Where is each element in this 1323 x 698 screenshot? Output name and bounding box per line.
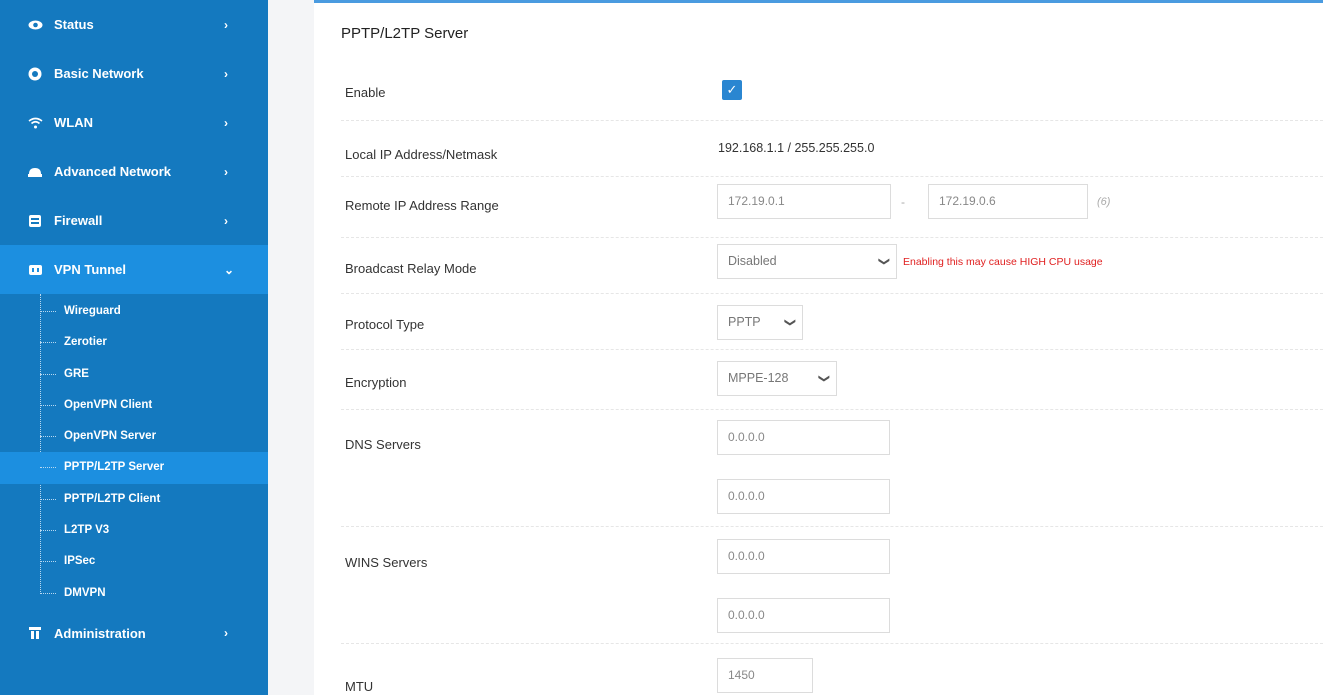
submenu-label: Wireguard	[64, 305, 121, 317]
submenu-item-pptp-l2tp-server[interactable]: PPTP/L2TP Server	[0, 452, 268, 484]
submenu-item-l2tp-v3[interactable]: L2TP V3	[0, 515, 268, 546]
wins1-input[interactable]: 0.0.0.0	[717, 539, 890, 574]
tree-branch	[40, 373, 56, 375]
range-separator: -	[901, 195, 905, 209]
remote-range-label: Remote IP Address Range	[345, 198, 499, 213]
nav-advanced-network[interactable]: Advanced Network ›	[0, 147, 268, 196]
firewall-icon	[27, 213, 43, 229]
broadcast-select[interactable]: Disabled ❯	[717, 244, 897, 279]
page-title: PPTP/L2TP Server	[341, 25, 469, 42]
protocol-label: Protocol Type	[345, 317, 425, 332]
sidebar: Status › Basic Network › WLAN › Advanced…	[0, 0, 268, 695]
chevron-right-icon: ›	[224, 66, 228, 81]
tree-branch	[40, 311, 56, 312]
nav-vpn-tunnel[interactable]: VPN Tunnel ⌄	[0, 245, 268, 294]
chevron-down-icon: ❯	[817, 373, 830, 384]
broadcast-label: Broadcast Relay Mode	[345, 261, 477, 276]
encryption-label: Encryption	[345, 375, 407, 390]
chevron-right-icon: ›	[224, 213, 228, 228]
local-ip-label: Local IP Address/Netmask	[345, 147, 498, 162]
chevron-right-icon: ›	[224, 626, 228, 641]
chevron-down-icon: ⌄	[224, 262, 235, 277]
vpn-icon	[27, 262, 43, 278]
nav-status-label: Status	[54, 17, 94, 32]
submenu-item-pptp-l2tp-client[interactable]: PPTP/L2TP Client	[0, 484, 268, 515]
tree-branch	[40, 530, 56, 532]
tree-branch	[40, 561, 56, 563]
tree-branch	[40, 467, 56, 469]
submenu-label: Zerotier	[64, 336, 107, 349]
wins-label: WINS Servers	[345, 555, 428, 570]
chevron-right-icon: ›	[224, 17, 228, 32]
submenu-label: DMVPN	[64, 586, 106, 599]
eye-icon	[27, 17, 43, 33]
wins2-input[interactable]: 0.0.0.0	[717, 598, 890, 633]
submenu-label: PPTP/L2TP Client	[64, 492, 161, 505]
submenu-label: GRE	[64, 367, 89, 380]
submenu-item-openvpn-client[interactable]: OpenVPN Client	[0, 390, 268, 421]
main-panel: PPTP/L2TP Server Enable ✓ Local IP Addre…	[314, 0, 1323, 695]
nav-status[interactable]: Status ›	[0, 0, 268, 49]
enable-label: Enable	[345, 85, 386, 100]
nav-wlan-label: WLAN	[54, 115, 93, 130]
admin-icon	[27, 625, 43, 641]
row-protocol: Protocol Type	[341, 293, 1323, 350]
submenu-item-dmvpn[interactable]: DMVPN	[0, 578, 268, 609]
chevron-right-icon: ›	[224, 115, 228, 130]
remote-count-hint: (6)	[1097, 196, 1111, 208]
enable-checkbox[interactable]: ✓	[722, 80, 742, 100]
submenu-item-zerotier[interactable]: Zerotier	[0, 327, 268, 358]
nav-basic-network-label: Basic Network	[54, 66, 144, 81]
nav-advanced-network-label: Advanced Network	[54, 164, 172, 179]
mtu-input[interactable]: 1450	[717, 658, 813, 693]
chevron-down-icon: ❯	[877, 256, 890, 267]
tree-branch	[40, 404, 56, 406]
vpn-submenu: Wireguard Zerotier GRE OpenVPN Client Op…	[0, 294, 268, 609]
local-ip-value: 192.168.1.1 / 255.255.255.0	[718, 141, 875, 155]
protocol-select[interactable]: PPTP ❯	[717, 305, 803, 340]
tree-branch	[40, 436, 56, 438]
nav-vpn-tunnel-label: VPN Tunnel	[54, 262, 126, 277]
nav-administration-label: Administration	[54, 625, 146, 641]
submenu-label: L2TP V3	[64, 524, 110, 537]
tree-branch	[40, 342, 56, 344]
nav-basic-network[interactable]: Basic Network ›	[0, 49, 268, 98]
content-gutter	[268, 0, 314, 695]
submenu-label: OpenVPN Client	[64, 398, 153, 411]
encryption-select[interactable]: MPPE-128 ❯	[717, 361, 837, 396]
encryption-select-value: MPPE-128	[728, 371, 789, 385]
chevron-right-icon: ›	[224, 164, 228, 179]
submenu-item-gre[interactable]: GRE	[0, 359, 268, 390]
chevron-down-icon: ❯	[783, 317, 796, 328]
dns2-input[interactable]: 0.0.0.0	[717, 479, 890, 514]
globe-icon	[27, 66, 43, 82]
submenu-item-wireguard[interactable]: Wireguard	[0, 296, 268, 327]
broadcast-warning: Enabling this may cause HIGH CPU usage	[903, 256, 1103, 268]
dns1-input[interactable]: 0.0.0.0	[717, 420, 890, 455]
submenu-label: IPSec	[64, 555, 96, 568]
remote-end-input[interactable]: 172.19.0.6	[928, 184, 1088, 219]
nav-firewall[interactable]: Firewall ›	[0, 196, 268, 245]
tree-branch	[40, 592, 56, 594]
nav-firewall-label: Firewall	[54, 213, 103, 228]
submenu-item-ipsec[interactable]: IPSec	[0, 546, 268, 577]
mtu-label: MTU	[345, 679, 374, 694]
submenu-label: PPTP/L2TP Server	[64, 461, 165, 474]
wifi-icon	[27, 115, 43, 131]
submenu-label: OpenVPN Server	[64, 430, 157, 443]
nav-administration[interactable]: Administration ›	[0, 609, 268, 658]
dns-label: DNS Servers	[345, 437, 421, 452]
protocol-select-value: PPTP	[728, 315, 761, 329]
tree-branch	[40, 498, 56, 500]
submenu-item-openvpn-server[interactable]: OpenVPN Server	[0, 421, 268, 452]
remote-start-input[interactable]: 172.19.0.1	[717, 184, 891, 219]
broadcast-select-value: Disabled	[728, 254, 777, 268]
cloud-network-icon	[27, 164, 43, 180]
row-enable: Enable	[341, 65, 1323, 121]
row-mtu: MTU	[341, 643, 1323, 698]
nav-wlan[interactable]: WLAN ›	[0, 98, 268, 147]
